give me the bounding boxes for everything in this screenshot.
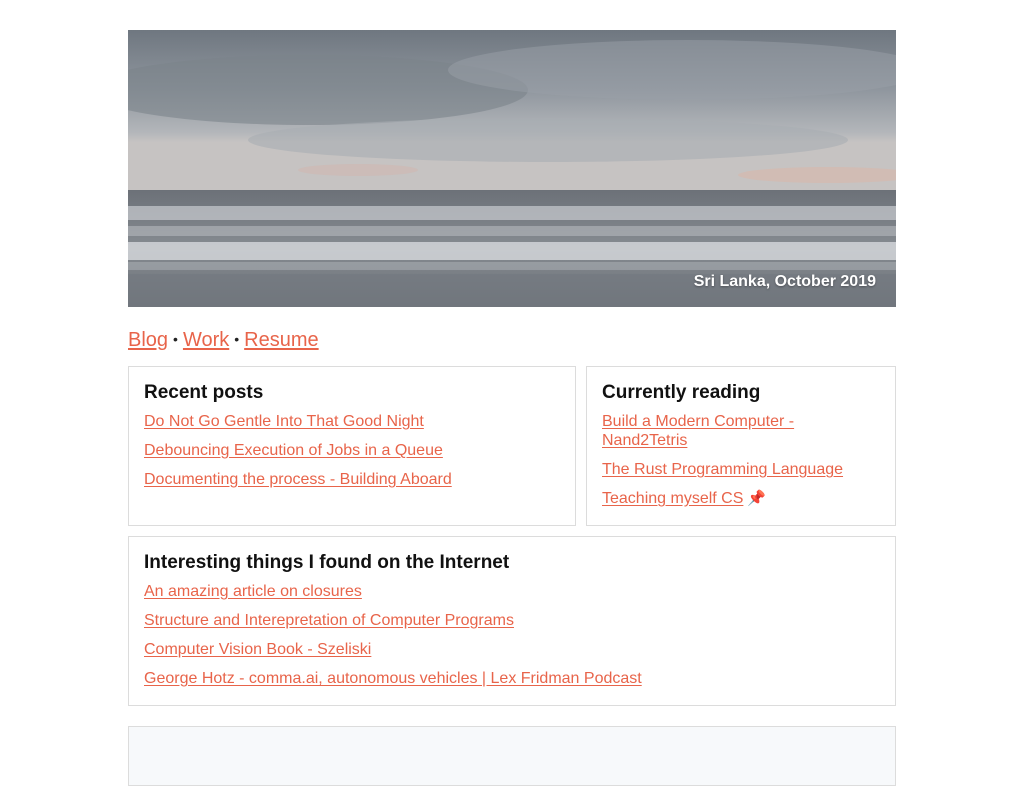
internet-link[interactable]: George Hotz - comma.ai, autonomous vehic… [144,670,642,687]
list-item: Build a Modern Computer - Nand2Tetris [602,412,880,450]
list-item: An amazing article on closures [144,582,880,601]
nav-link-resume[interactable]: Resume [244,329,318,351]
internet-finds-card: Interesting things I found on the Intern… [128,536,896,706]
post-link[interactable]: Documenting the process - Building Aboar… [144,471,452,488]
list-item: Do Not Go Gentle Into That Good Night [144,412,560,431]
list-item: Documenting the process - Building Aboar… [144,470,560,489]
recent-posts-card: Recent posts Do Not Go Gentle Into That … [128,366,576,526]
reading-list: Build a Modern Computer - Nand2Tetris Th… [602,412,880,508]
internet-link[interactable]: Computer Vision Book - Szeliski [144,641,371,658]
list-item: George Hotz - comma.ai, autonomous vehic… [144,669,880,688]
hero-image: Sri Lanka, October 2019 [128,30,896,307]
ocean-photo [128,30,896,307]
reading-link[interactable]: Build a Modern Computer - Nand2Tetris [602,413,794,449]
recent-posts-heading: Recent posts [144,382,264,403]
cards-row: Recent posts Do Not Go Gentle Into That … [128,366,896,526]
nav-separator: • [173,331,178,347]
list-item: Debouncing Execution of Jobs in a Queue [144,441,560,460]
list-item: Computer Vision Book - Szeliski [144,640,880,659]
recent-posts-list: Do Not Go Gentle Into That Good Night De… [144,412,560,489]
hero-caption: Sri Lanka, October 2019 [693,273,876,290]
currently-reading-heading: Currently reading [602,382,761,403]
pushpin-icon: 📌 [747,490,767,507]
list-item: The Rust Programming Language [602,460,880,479]
page-container: Sri Lanka, October 2019 Blog • Work • Resume… [128,30,896,786]
post-link[interactable]: Do Not Go Gentle Into That Good Night [144,413,424,430]
internet-list: An amazing article on closures Structure… [144,582,880,688]
main-nav: Blog • Work • Resume [128,328,896,352]
currently-reading-card: Currently reading Build a Modern Compute… [586,366,896,526]
nav-link-work[interactable]: Work [183,329,229,351]
internet-finds-heading: Interesting things I found on the Intern… [144,552,510,573]
nav-link-blog[interactable]: Blog [128,329,168,351]
internet-link[interactable]: An amazing article on closures [144,583,362,600]
reading-link[interactable]: Teaching myself CS [602,490,743,507]
footer-panel [128,726,896,786]
post-link[interactable]: Debouncing Execution of Jobs in a Queue [144,442,443,459]
list-item: Teaching myself CS 📌 [602,489,880,508]
list-item: Structure and Interepretation of Compute… [144,611,880,630]
nav-separator: • [234,331,240,347]
internet-link[interactable]: Structure and Interepretation of Compute… [144,612,514,629]
reading-link[interactable]: The Rust Programming Language [602,461,843,478]
